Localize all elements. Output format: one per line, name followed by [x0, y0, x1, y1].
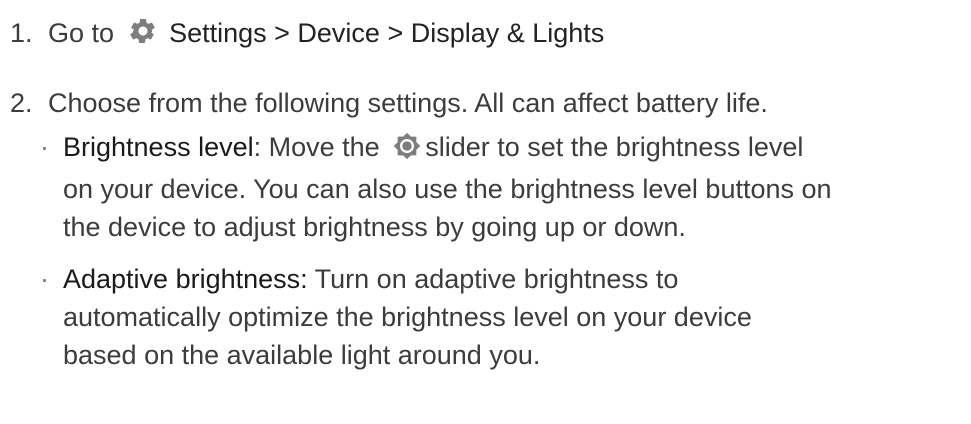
- step-1: 1. Go to Settings > Device > Display & Li…: [10, 14, 604, 56]
- step-2: 2. Choose from the following settings. Al…: [10, 84, 768, 122]
- bullet-text: automatically optimize the brightness le…: [63, 302, 752, 332]
- bullet-text: on your device. You can also use the bri…: [63, 174, 832, 204]
- bullet-text: the device to adjust brightness by going…: [63, 212, 686, 242]
- bullet-text: based on the available light around you.: [63, 340, 541, 370]
- step-number: 2.: [10, 88, 33, 118]
- list-item-adaptive-brightness: · Adaptive brightness: Turn on adaptive …: [10, 260, 950, 374]
- step-text: Choose from the following settings. All …: [48, 88, 768, 118]
- bullet-dot: ·: [40, 264, 49, 294]
- gear-icon: [128, 16, 158, 56]
- bullet-text: slider to set the brightness level: [425, 132, 804, 162]
- settings-list: · Brightness level: Move the slider to s…: [10, 128, 950, 388]
- term-brightness-level: Brightness level: [63, 132, 254, 162]
- brightness-icon: [393, 132, 421, 170]
- step-prefix: Go to: [48, 18, 115, 48]
- step-number: 1.: [10, 18, 33, 48]
- term-adaptive-brightness: Adaptive brightness:: [63, 264, 308, 294]
- bullet-dot: ·: [40, 132, 49, 162]
- term-separator: :: [253, 132, 262, 162]
- settings-path: Settings > Device > Display & Lights: [169, 18, 605, 48]
- list-item-brightness-level: · Brightness level: Move the slider to s…: [10, 128, 950, 246]
- bullet-text: Move the: [261, 132, 380, 162]
- bullet-text: Turn on adaptive brightness to: [307, 264, 679, 294]
